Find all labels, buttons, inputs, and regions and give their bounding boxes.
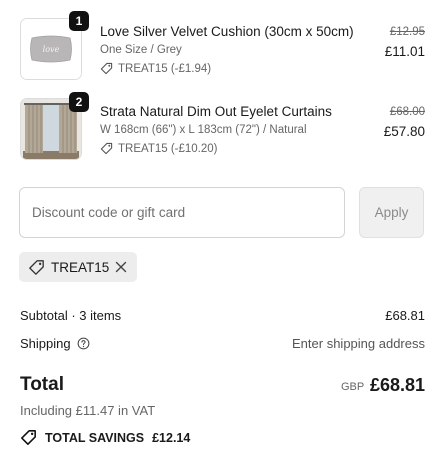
item-discount-label: TREAT15 (-£1.94) bbox=[118, 62, 212, 75]
savings-label: TOTAL SAVINGS bbox=[45, 430, 145, 445]
currency-code: GBP bbox=[341, 381, 365, 393]
item-title: Love Silver Velvet Cushion (30cm x 50cm) bbox=[100, 24, 354, 39]
shipping-value: Enter shipping address bbox=[292, 336, 425, 351]
final-price: £11.01 bbox=[384, 44, 425, 59]
discount-code-input[interactable] bbox=[19, 187, 345, 238]
subtotal-value: £68.81 bbox=[385, 308, 425, 323]
applied-discount-chip: TREAT15 bbox=[19, 252, 137, 282]
total-label: Total bbox=[20, 374, 64, 395]
help-icon[interactable] bbox=[77, 337, 90, 350]
apply-button[interactable]: Apply bbox=[359, 187, 424, 238]
item-variant: W 168cm (66") x L 183cm (72") / Natural bbox=[100, 124, 307, 136]
quantity-badge: 1 bbox=[69, 11, 89, 31]
savings-value: £12.14 bbox=[152, 430, 191, 445]
total-savings: TOTAL SAVINGS £12.14 bbox=[20, 429, 190, 446]
cushion-text: love bbox=[43, 45, 60, 54]
final-price: £57.80 bbox=[383, 124, 425, 139]
original-price: £68.00 bbox=[389, 106, 425, 118]
close-icon[interactable] bbox=[114, 260, 128, 274]
tag-icon bbox=[100, 142, 113, 155]
tag-icon bbox=[21, 430, 36, 445]
tag-icon bbox=[29, 259, 44, 275]
item-title: Strata Natural Dim Out Eyelet Curtains bbox=[100, 104, 332, 119]
vat-note: Including £11.47 in VAT bbox=[20, 403, 156, 418]
item-discount-label: TREAT15 (-£10.20) bbox=[118, 142, 218, 155]
shipping-label: Shipping bbox=[20, 336, 71, 351]
item-variant: One Size / Grey bbox=[100, 44, 182, 56]
total-amount: £68.81 bbox=[369, 375, 425, 395]
tag-icon bbox=[100, 62, 113, 75]
item-discount: TREAT15 (-£10.20) bbox=[100, 142, 218, 155]
item-discount: TREAT15 (-£1.94) bbox=[100, 62, 211, 75]
applied-discount-label: TREAT15 bbox=[51, 259, 110, 275]
shipping-row: Shipping bbox=[20, 336, 90, 351]
original-price: £12.95 bbox=[389, 26, 425, 38]
quantity-badge: 2 bbox=[69, 92, 89, 112]
subtotal-label: Subtotal · 3 items bbox=[20, 308, 122, 323]
